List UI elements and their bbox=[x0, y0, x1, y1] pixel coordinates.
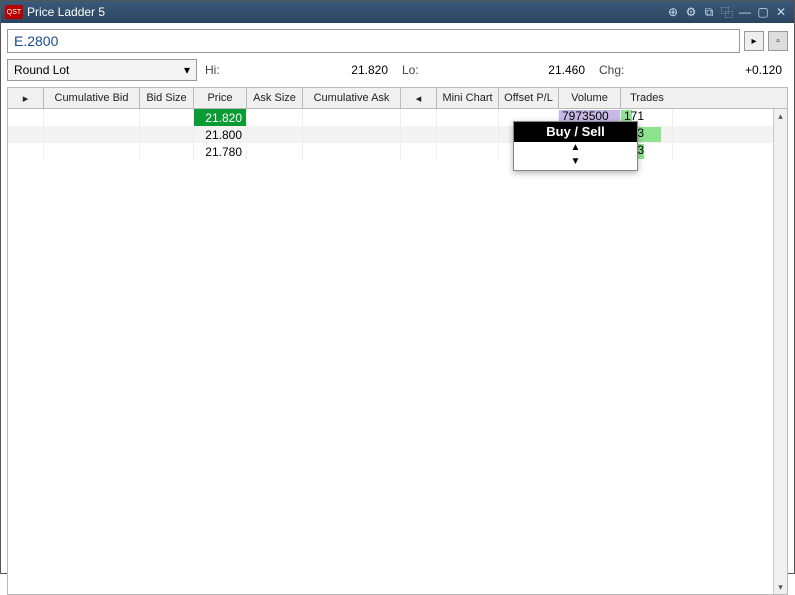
chg-value: +0.120 bbox=[628, 63, 788, 77]
col-trades[interactable]: Trades bbox=[621, 88, 673, 108]
col-offset-pl[interactable]: Offset P/L bbox=[499, 88, 559, 108]
lo-label: Lo: bbox=[398, 63, 423, 77]
grid-header: ▸ Cumulative Bid Bid Size Price Ask Size… bbox=[7, 87, 788, 109]
buy-sell-panel: Buy / Sell ▲ ▼ bbox=[513, 121, 638, 171]
lot-selector-label: Round Lot bbox=[14, 63, 69, 77]
symbol-input[interactable]: E.2800 bbox=[7, 29, 740, 53]
col-volume[interactable]: Volume bbox=[559, 88, 621, 108]
buy-sell-down-icon[interactable]: ▼ bbox=[514, 156, 637, 170]
minimize-icon[interactable]: — bbox=[736, 4, 754, 20]
play-button[interactable]: ▸ bbox=[744, 31, 764, 51]
chevron-down-icon: ▾ bbox=[184, 63, 190, 77]
hi-label: Hi: bbox=[201, 63, 224, 77]
scroll-up-icon[interactable]: ▴ bbox=[774, 109, 787, 123]
pin-icon[interactable]: ⊕ bbox=[664, 4, 682, 20]
popout-icon[interactable]: ⧉ bbox=[700, 4, 718, 20]
symbol-row: E.2800 ▸ ▫ bbox=[1, 23, 794, 57]
lot-selector[interactable]: Round Lot ▾ bbox=[7, 59, 197, 81]
col-cumulative-bid[interactable]: Cumulative Bid bbox=[44, 88, 140, 108]
info-row: Round Lot ▾ Hi: 21.820 Lo: 21.460 Chg: +… bbox=[1, 57, 794, 87]
lo-value: 21.460 bbox=[423, 63, 591, 77]
col-mini-chart[interactable]: Mini Chart bbox=[437, 88, 499, 108]
col-ask-size[interactable]: Ask Size bbox=[247, 88, 303, 108]
ladder-row[interactable]: 21.78012653500353 bbox=[8, 143, 773, 160]
buy-sell-title: Buy / Sell bbox=[514, 122, 637, 142]
maximize-icon[interactable]: ▢ bbox=[754, 4, 772, 20]
col-arrow-right[interactable]: ◂ bbox=[401, 88, 437, 108]
col-bid-size[interactable]: Bid Size bbox=[140, 88, 194, 108]
grid-body: 21.820797350017121.800964900061321.78012… bbox=[7, 109, 788, 595]
scroll-down-icon[interactable]: ▾ bbox=[774, 580, 787, 594]
title-bar: QST Price Ladder 5 ⊕ ⚙ ⧉ ⿻ — ▢ ✕ bbox=[1, 1, 794, 23]
app-logo: QST bbox=[5, 5, 23, 19]
chg-label: Chg: bbox=[595, 63, 628, 77]
price-ladder-grid: ▸ Cumulative Bid Bid Size Price Ask Size… bbox=[7, 87, 788, 595]
copy-icon[interactable]: ⿻ bbox=[718, 4, 736, 20]
gear-icon[interactable]: ⚙ bbox=[682, 4, 700, 20]
link-button[interactable]: ▫ bbox=[768, 31, 788, 51]
scrollbar[interactable]: ▴ ▾ bbox=[773, 109, 787, 594]
ladder-row[interactable]: 21.8207973500171 bbox=[8, 109, 773, 126]
buy-sell-up-icon[interactable]: ▲ bbox=[514, 142, 637, 156]
close-icon[interactable]: ✕ bbox=[772, 4, 790, 20]
col-arrow-left[interactable]: ▸ bbox=[8, 88, 44, 108]
col-cumulative-ask[interactable]: Cumulative Ask bbox=[303, 88, 401, 108]
col-price[interactable]: Price bbox=[194, 88, 247, 108]
window-title: Price Ladder 5 bbox=[27, 5, 664, 19]
ladder-row[interactable]: 21.8009649000613 bbox=[8, 126, 773, 143]
hi-value: 21.820 bbox=[224, 63, 394, 77]
